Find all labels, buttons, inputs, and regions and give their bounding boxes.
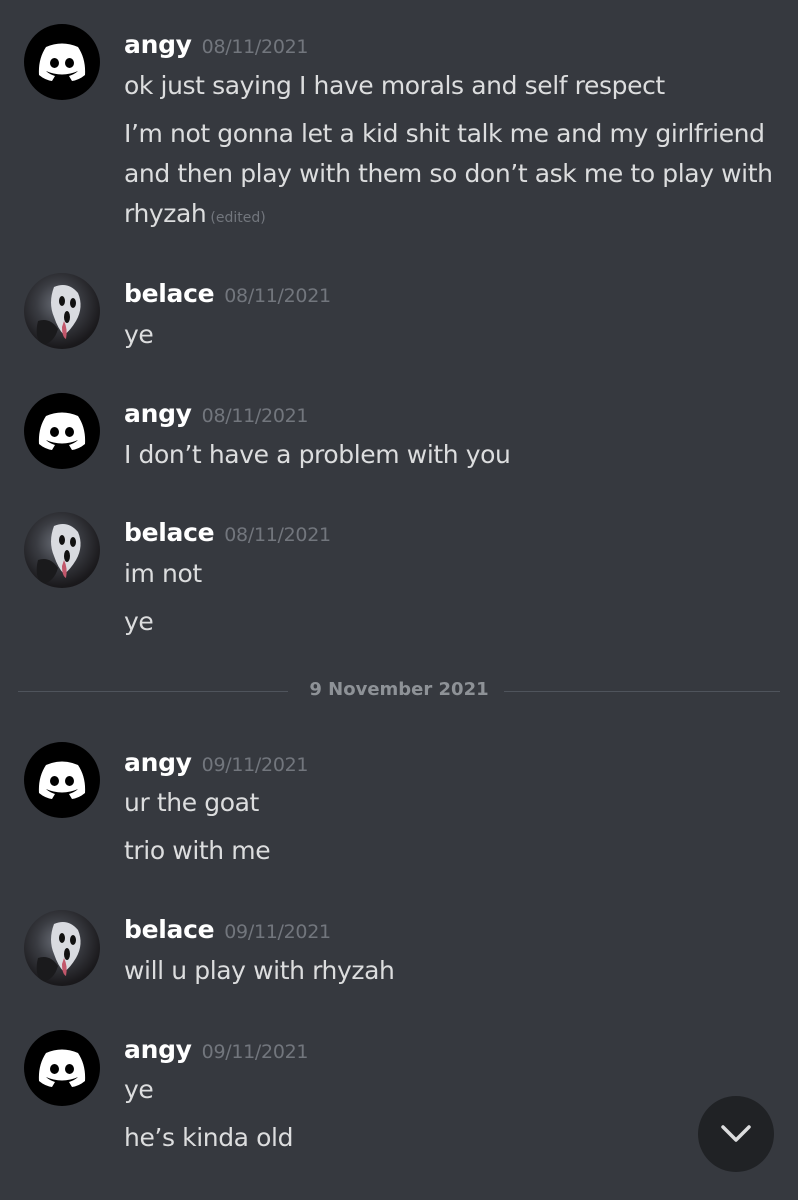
message-text[interactable]: trio with me — [124, 831, 774, 871]
discord-logo-icon[interactable] — [24, 1030, 100, 1106]
username[interactable]: belace — [124, 518, 215, 547]
timestamp: 09/11/2021 — [224, 921, 331, 943]
discord-logo-icon[interactable] — [24, 742, 100, 818]
message-text[interactable]: ye — [124, 602, 774, 642]
username[interactable]: belace — [124, 915, 215, 944]
message-header: angy 08/11/2021 — [124, 399, 308, 428]
ghostface-avatar[interactable] — [24, 512, 100, 588]
message-header: belace 09/11/2021 — [124, 915, 331, 944]
discord-logo-icon[interactable] — [24, 24, 100, 100]
date-divider-label: 9 November 2021 — [309, 679, 489, 700]
username[interactable]: angy — [124, 1035, 192, 1064]
message-header: angy 09/11/2021 — [124, 748, 308, 777]
message-header: belace 08/11/2021 — [124, 518, 331, 547]
username[interactable]: angy — [124, 399, 192, 428]
message-header: angy 08/11/2021 — [124, 30, 308, 59]
username[interactable]: belace — [124, 279, 215, 308]
date-divider: 9 November 2021 — [18, 676, 780, 706]
message-text[interactable]: ok just saying I have morals and self re… — [124, 66, 774, 106]
timestamp: 08/11/2021 — [201, 405, 309, 427]
username[interactable]: angy — [124, 30, 192, 59]
message-header: belace 08/11/2021 — [124, 279, 331, 308]
edited-label: (edited) — [210, 210, 266, 226]
username[interactable]: angy — [124, 748, 192, 777]
timestamp: 09/11/2021 — [201, 1041, 309, 1063]
message-text[interactable]: ur the goat — [124, 783, 774, 823]
message-header: angy 09/11/2021 — [124, 1035, 308, 1064]
message-text[interactable]: ye — [124, 1070, 774, 1110]
ghostface-avatar[interactable] — [24, 910, 100, 986]
message-text[interactable]: im not — [124, 554, 774, 594]
message-text[interactable]: will u play with rhyzah — [124, 951, 774, 991]
timestamp: 09/11/2021 — [201, 754, 309, 776]
discord-logo-icon[interactable] — [24, 393, 100, 469]
message-text[interactable]: ye — [124, 315, 774, 355]
chevron-down-icon — [721, 1125, 751, 1142]
divider-line-right — [504, 691, 780, 692]
message-text[interactable]: I’m not gonna let a kid shit talk me and… — [124, 114, 774, 238]
message-text[interactable]: he’s kinda old — [124, 1118, 774, 1158]
message-text[interactable]: I don’t have a problem with you — [124, 435, 774, 475]
timestamp: 08/11/2021 — [201, 36, 309, 58]
timestamp: 08/11/2021 — [224, 285, 331, 307]
ghostface-avatar[interactable] — [24, 273, 100, 349]
scroll-to-bottom-button[interactable] — [698, 1096, 774, 1172]
timestamp: 08/11/2021 — [224, 524, 331, 546]
